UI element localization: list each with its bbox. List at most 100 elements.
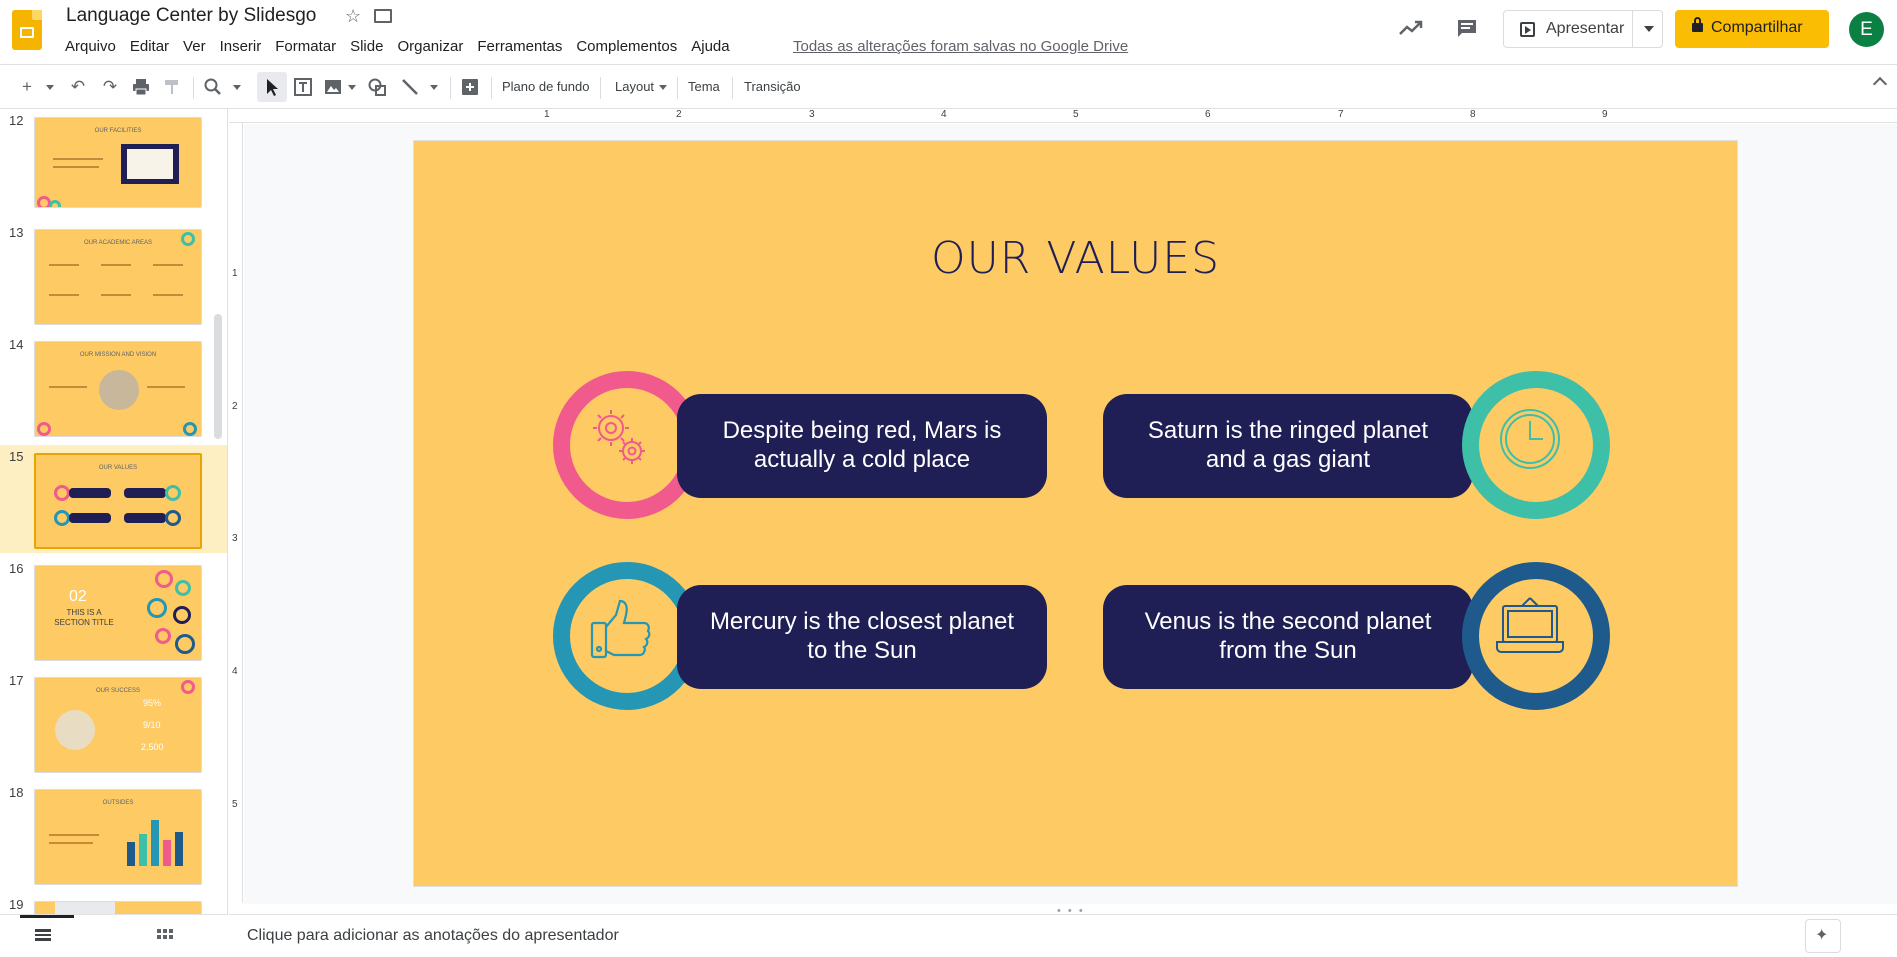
thumbnail-stat: 9/10 [143, 720, 161, 730]
undo-icon[interactable]: ↶ [68, 77, 88, 97]
thumbs-up-icon [590, 599, 651, 659]
value-pill[interactable]: Venus is the second planet from the Sun [1103, 585, 1473, 689]
slide-thumbnail[interactable]: 02 THIS IS A SECTION TITLE [34, 565, 202, 661]
slide-filmstrip: 12 OUR FACILITIES 13 OUR ACADEMIC AREAS … [0, 109, 228, 914]
account-avatar[interactable]: E [1849, 12, 1884, 47]
new-slide-caret-icon[interactable] [46, 85, 54, 90]
menu-complementos[interactable]: Complementos [569, 38, 684, 55]
explore-icon[interactable] [1805, 919, 1841, 953]
select-cursor-icon[interactable] [262, 77, 282, 97]
value-pill[interactable]: Despite being red, Mars is actually a co… [677, 394, 1047, 498]
menu-arquivo[interactable]: Arquivo [58, 38, 123, 55]
slide-thumbnail-row-selected[interactable]: 15 OUR VALUES [0, 445, 227, 553]
layout-caret-icon[interactable] [659, 85, 667, 90]
present-icon [1520, 22, 1535, 37]
slide-number: 14 [9, 337, 24, 352]
ruler-label: 1 [544, 109, 550, 120]
thumbnail-caption: OUR SUCCESS [95, 688, 140, 694]
menu-bar: Arquivo Editar Ver Inserir Formatar Slid… [58, 38, 737, 55]
line-icon[interactable] [400, 77, 420, 97]
slide-thumbnail[interactable]: OUR ACADEMIC AREAS [34, 229, 202, 325]
present-options-caret-icon[interactable] [1644, 26, 1654, 32]
slide-thumbnail-selected[interactable]: OUR VALUES [34, 453, 202, 549]
filmstrip-view-icon[interactable] [35, 929, 51, 941]
share-button[interactable]: Compartilhar [1675, 10, 1829, 48]
slide-thumbnail-row[interactable]: 13 OUR ACADEMIC AREAS [0, 221, 227, 326]
grid-view-icon[interactable] [157, 929, 173, 943]
slide-thumbnail[interactable]: OUR MISSION AND VISION [34, 341, 202, 437]
redo-icon[interactable]: ↷ [100, 77, 120, 97]
transition-button[interactable]: Transição [744, 79, 801, 94]
ruler-label: 1 [232, 268, 238, 279]
image-caret-icon[interactable] [348, 85, 356, 90]
shape-icon[interactable] [367, 77, 387, 97]
slide-number: 15 [9, 449, 24, 464]
ruler-label: 5 [1073, 109, 1079, 120]
slide-number: 13 [9, 225, 24, 240]
slide-thumbnail-row[interactable]: 14 OUR MISSION AND VISION [0, 333, 227, 438]
save-status-link[interactable]: Todas as alterações foram salvas no Goog… [793, 38, 1128, 55]
ruler-label: 8 [1470, 109, 1476, 120]
activity-trend-icon[interactable] [1398, 18, 1424, 38]
vertical-ruler: 1 2 3 4 5 [229, 123, 243, 903]
add-comment-icon[interactable] [460, 77, 480, 97]
menu-inserir[interactable]: Inserir [213, 38, 269, 55]
menu-ferramentas[interactable]: Ferramentas [470, 38, 569, 55]
slide-thumbnail[interactable] [34, 901, 202, 914]
slide-thumbnail[interactable]: OUTSIDES [34, 789, 202, 885]
menu-slide[interactable]: Slide [343, 38, 390, 55]
background-button[interactable]: Plano de fundo [502, 79, 589, 94]
thumbnail-stat: 95% [143, 698, 162, 708]
ruler-label: 7 [1338, 109, 1344, 120]
speaker-notes[interactable]: Clique para adicionar as anotações do ap… [229, 914, 1897, 957]
menu-ver[interactable]: Ver [176, 38, 213, 55]
filmstrip-scrollbar[interactable] [214, 314, 222, 439]
laptop-icon [1496, 597, 1564, 653]
share-label: Compartilhar [1711, 19, 1803, 36]
slide-thumbnail[interactable]: OUR FACILITIES [34, 117, 202, 208]
layout-button[interactable]: Layout [615, 79, 654, 94]
line-caret-icon[interactable] [430, 85, 438, 90]
present-button[interactable]: Apresentar [1503, 10, 1663, 48]
new-slide-plus-icon[interactable]: + [17, 77, 37, 97]
theme-button[interactable]: Tema [688, 79, 720, 94]
thumbnail-caption: OUR ACADEMIC AREAS [83, 240, 152, 246]
value-pill[interactable]: Mercury is the closest planet to the Sun [677, 585, 1047, 689]
slide-number: 18 [9, 785, 24, 800]
ruler-label: 3 [232, 533, 238, 544]
current-slide[interactable]: OUR VALUES Despite being red, Mars is ac… [413, 140, 1738, 887]
slides-logo-icon[interactable] [12, 10, 42, 50]
gears-icon [593, 410, 645, 464]
value-pill[interactable]: Saturn is the ringed planet and a gas gi… [1103, 394, 1473, 498]
menu-formatar[interactable]: Formatar [268, 38, 343, 55]
comments-icon[interactable] [1456, 18, 1478, 38]
move-folder-icon[interactable] [374, 9, 392, 23]
ruler-label: 3 [809, 109, 815, 120]
thumbnail-caption: OUR FACILITIES [94, 128, 142, 134]
clock-icon [1500, 409, 1560, 469]
notes-placeholder[interactable]: Clique para adicionar as anotações do ap… [247, 927, 619, 945]
slide-thumbnail-row[interactable]: 17 OUR SUCCESS 95% 9/10 2,500 [0, 669, 227, 774]
slide-thumbnail-row[interactable]: 18 OUTSIDES [0, 781, 227, 886]
slide-thumbnail-row[interactable]: 12 OUR FACILITIES [0, 109, 227, 214]
text-box-icon[interactable] [293, 77, 313, 97]
menu-ajuda[interactable]: Ajuda [684, 38, 736, 55]
slide-thumbnail-row[interactable]: 16 02 THIS IS A SECTION TITLE [0, 557, 227, 662]
thumbnail-stat: 2,500 [141, 742, 164, 752]
print-icon[interactable] [131, 77, 151, 97]
slide-thumbnail[interactable]: OUR SUCCESS 95% 9/10 2,500 [34, 677, 202, 773]
slide-title[interactable]: OUR VALUES [414, 233, 1737, 284]
ruler-label: 4 [941, 109, 947, 120]
collapse-menus-chevron-icon[interactable] [1872, 76, 1888, 92]
slide-thumbnail-row[interactable]: 19 [0, 893, 227, 914]
zoom-caret-icon[interactable] [233, 85, 241, 90]
document-title[interactable]: Language Center by Slidesgo [66, 5, 316, 27]
image-icon[interactable] [323, 77, 343, 97]
lock-icon [1692, 17, 1703, 32]
menu-editar[interactable]: Editar [123, 38, 176, 55]
paint-format-icon[interactable] [162, 77, 182, 97]
thumbnail-subcaption: THIS IS A SECTION TITLE [54, 608, 114, 627]
star-icon[interactable]: ☆ [345, 6, 361, 27]
menu-organizar[interactable]: Organizar [390, 38, 470, 55]
zoom-icon[interactable] [203, 77, 223, 97]
